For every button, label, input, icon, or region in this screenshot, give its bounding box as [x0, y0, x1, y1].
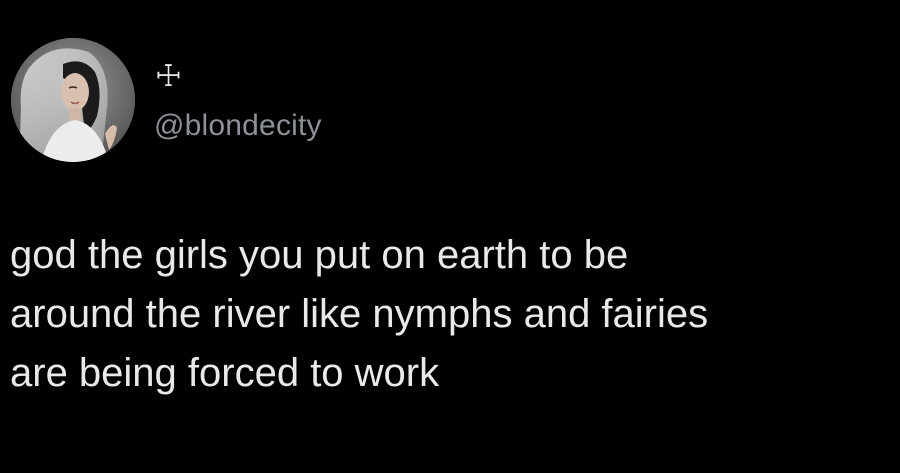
tweet-card: ☩ @blondecity god the girls you put on e…	[0, 0, 900, 473]
user-handle[interactable]: @blondecity	[154, 108, 322, 144]
tweet-text-line: are being forced to work	[10, 351, 440, 395]
display-name[interactable]: ☩	[155, 60, 182, 94]
tweet-text-line: god the girls you put on earth to be	[10, 233, 629, 277]
tweet-text-line: around the river like nymphs and fairies	[10, 292, 709, 336]
avatar[interactable]	[11, 38, 135, 162]
profile-photo-icon	[11, 38, 135, 162]
tweet-text: god the girls you put on earth to be aro…	[10, 226, 900, 403]
